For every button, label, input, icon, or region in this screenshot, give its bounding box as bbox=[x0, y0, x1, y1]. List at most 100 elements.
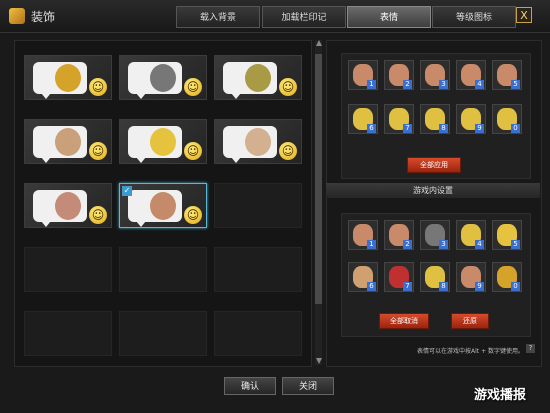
usage-note: 表情可以在游戏中按Alt + 数字键使用。 bbox=[417, 348, 524, 355]
emote-slot[interactable]: 8 bbox=[420, 104, 450, 134]
slot-number-badge: 0 bbox=[511, 124, 520, 133]
slot-number-badge: 6 bbox=[367, 124, 376, 133]
cancel-all-button[interactable]: 全部取消 bbox=[379, 313, 429, 329]
slot-number-badge: 4 bbox=[475, 240, 484, 249]
character-portrait bbox=[150, 128, 176, 156]
emote-pack-card bbox=[119, 247, 207, 292]
smiley-icon: ☺ bbox=[279, 78, 297, 96]
emote-pack-grid: ☺ ☺ ☺ ☺ ☺ ☺ ☺ ☺ ✓ bbox=[14, 40, 312, 367]
speech-bubble-icon bbox=[128, 126, 182, 163]
emote-slot[interactable]: 2 bbox=[384, 60, 414, 90]
character-portrait bbox=[55, 192, 81, 220]
emote-pack-card bbox=[214, 183, 302, 228]
scroll-thumb[interactable] bbox=[315, 54, 322, 304]
slot-number-badge: 5 bbox=[511, 240, 520, 249]
character-portrait bbox=[245, 64, 271, 92]
emote-slot[interactable]: 3 bbox=[420, 60, 450, 90]
tab-loading-background[interactable]: 载入背景 bbox=[176, 6, 260, 28]
slot-number-badge: 1 bbox=[367, 80, 376, 89]
ingame-grid: 1 2 3 4 5 6 7 8 9 0 bbox=[341, 213, 531, 337]
slot-number-badge: 4 bbox=[475, 80, 484, 89]
decoration-icon bbox=[9, 8, 25, 24]
smiley-icon: ☺ bbox=[89, 142, 107, 160]
slot-number-badge: 6 bbox=[367, 282, 376, 291]
close-button[interactable]: 关闭 bbox=[282, 377, 334, 395]
speech-bubble-icon bbox=[33, 62, 87, 99]
slot-number-badge: 2 bbox=[403, 80, 412, 89]
emote-slot[interactable]: 0 bbox=[492, 104, 522, 134]
slot-number-badge: 1 bbox=[367, 240, 376, 249]
emote-pack-card[interactable]: ☺ bbox=[24, 55, 112, 100]
emote-slot[interactable]: 1 bbox=[348, 220, 378, 250]
emote-slot[interactable]: 1 bbox=[348, 60, 378, 90]
emote-pack-card bbox=[24, 247, 112, 292]
speech-bubble-icon bbox=[128, 190, 182, 227]
slot-number-badge: 3 bbox=[439, 240, 448, 249]
emote-slot[interactable]: 8 bbox=[420, 262, 450, 292]
character-portrait bbox=[150, 192, 176, 220]
speech-bubble-icon bbox=[223, 62, 277, 99]
scrollbar[interactable] bbox=[315, 40, 322, 365]
confirm-button[interactable]: 确认 bbox=[224, 377, 276, 395]
emote-settings-panel: 1 2 3 4 5 6 7 8 9 0 全部应用 1 2 3 4 5 6 7 8 9 0 全部取消 还原 bbox=[326, 40, 542, 367]
close-icon[interactable]: X bbox=[516, 7, 532, 23]
scroll-down-icon[interactable] bbox=[315, 358, 322, 364]
watermark: 游戏播报 bbox=[474, 388, 527, 403]
emote-slot[interactable]: 3 bbox=[420, 220, 450, 250]
speech-bubble-icon bbox=[33, 190, 87, 227]
speech-bubble-icon bbox=[33, 126, 87, 163]
emote-pack-card[interactable]: ☺ bbox=[119, 55, 207, 100]
emote-pack-card bbox=[214, 311, 302, 356]
slot-number-badge: 8 bbox=[439, 124, 448, 133]
character-portrait bbox=[150, 64, 176, 92]
emote-slot[interactable]: 7 bbox=[384, 262, 414, 292]
emote-slot[interactable]: 4 bbox=[456, 60, 486, 90]
smiley-icon: ☺ bbox=[184, 78, 202, 96]
speech-bubble-icon bbox=[128, 62, 182, 99]
emote-pack-card[interactable]: ☺ bbox=[119, 119, 207, 164]
emote-slot[interactable]: 9 bbox=[456, 262, 486, 292]
emote-pack-card[interactable]: ☺ bbox=[24, 119, 112, 164]
emote-pack-card[interactable]: ☺ bbox=[24, 183, 112, 228]
character-portrait bbox=[55, 128, 81, 156]
restore-button[interactable]: 还原 bbox=[451, 313, 489, 329]
emote-slot[interactable]: 6 bbox=[348, 262, 378, 292]
window-title: 装饰 bbox=[31, 10, 56, 24]
slot-number-badge: 8 bbox=[439, 282, 448, 291]
smiley-icon: ☺ bbox=[184, 206, 202, 224]
tab-emotes[interactable]: 表情 bbox=[347, 6, 431, 28]
help-icon[interactable]: ? bbox=[526, 344, 535, 353]
emote-pack-card[interactable]: ☺ ✓ bbox=[119, 183, 207, 228]
emote-slot[interactable]: 5 bbox=[492, 60, 522, 90]
slot-number-badge: 9 bbox=[475, 124, 484, 133]
emote-slot[interactable]: 4 bbox=[456, 220, 486, 250]
emote-pack-card[interactable]: ☺ bbox=[214, 119, 302, 164]
tab-loading-bar-mark[interactable]: 加载栏印记 bbox=[262, 6, 346, 28]
emote-slot[interactable]: 5 bbox=[492, 220, 522, 250]
apply-all-button[interactable]: 全部应用 bbox=[407, 157, 461, 173]
emote-slot[interactable]: 7 bbox=[384, 104, 414, 134]
slot-number-badge: 9 bbox=[475, 282, 484, 291]
emote-pack-card bbox=[214, 247, 302, 292]
emote-pack-card bbox=[24, 311, 112, 356]
emote-slot[interactable]: 2 bbox=[384, 220, 414, 250]
emote-slot[interactable]: 0 bbox=[492, 262, 522, 292]
selected-check-icon: ✓ bbox=[122, 186, 132, 196]
emote-pack-card bbox=[119, 311, 207, 356]
character-portrait bbox=[245, 128, 271, 156]
character-portrait bbox=[55, 64, 81, 92]
speech-bubble-icon bbox=[223, 126, 277, 163]
smiley-icon: ☺ bbox=[279, 142, 297, 160]
smiley-icon: ☺ bbox=[184, 142, 202, 160]
smiley-icon: ☺ bbox=[89, 78, 107, 96]
scroll-up-icon[interactable] bbox=[315, 40, 322, 46]
slot-number-badge: 5 bbox=[511, 80, 520, 89]
slot-number-badge: 3 bbox=[439, 80, 448, 89]
emote-slot[interactable]: 9 bbox=[456, 104, 486, 134]
slot-number-badge: 7 bbox=[403, 282, 412, 291]
smiley-icon: ☺ bbox=[89, 206, 107, 224]
emote-pack-card[interactable]: ☺ bbox=[214, 55, 302, 100]
decoration-window: 装饰 载入背景 加载栏印记 表情 等级图标 X ☺ ☺ ☺ ☺ ☺ ☺ ☺ ☺ ✓ 123456… bbox=[0, 0, 550, 413]
emote-slot[interactable]: 6 bbox=[348, 104, 378, 134]
tab-level-icon[interactable]: 等级图标 bbox=[432, 6, 516, 28]
